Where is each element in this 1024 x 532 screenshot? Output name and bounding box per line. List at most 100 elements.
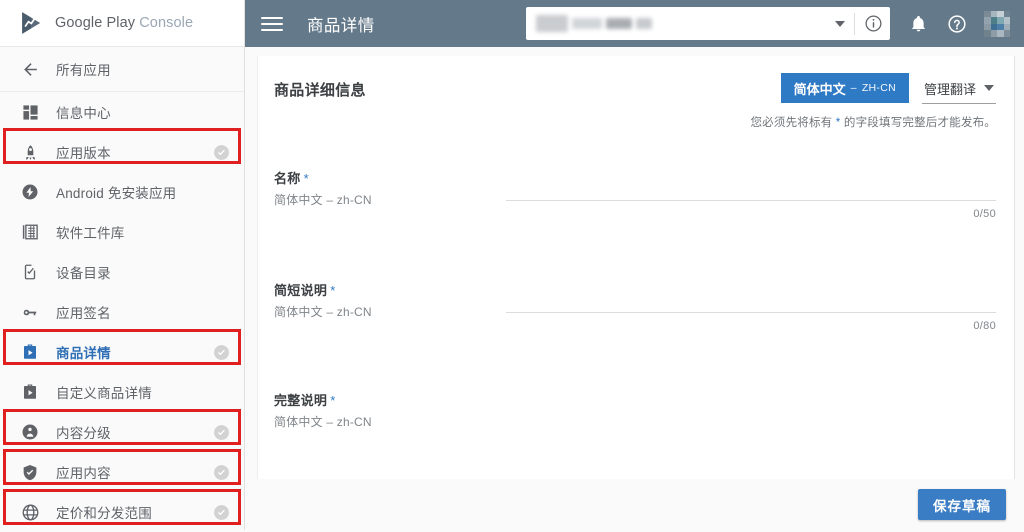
rocket-icon	[19, 141, 41, 163]
app-selector-value-redacted	[536, 15, 652, 32]
sidebar-item-label-device-catalog: 设备目录	[56, 266, 111, 281]
sidebar-item-label-app-content: 应用内容	[56, 466, 111, 481]
language-tab-zh-cn[interactable]: 简体中文 – ZH-CN	[780, 73, 909, 103]
sidebar-item-device-catalog[interactable]: 设备目录	[0, 252, 244, 292]
app-content-shield-icon	[19, 461, 41, 483]
sidebar-item-label-app-signing: 应用签名	[56, 306, 111, 321]
hamburger-menu-icon[interactable]	[261, 13, 283, 35]
short-description-char-counter: 0/80	[973, 320, 996, 332]
help-circle-icon[interactable]	[946, 13, 967, 34]
sidebar-item-app-signing[interactable]: 应用签名	[0, 292, 244, 332]
sidebar-item-app-releases[interactable]: 应用版本	[0, 132, 244, 172]
sidebar: Google Play Console 所有应用 信息中心 应用版本 Andro…	[0, 0, 245, 530]
divider	[854, 12, 855, 35]
sidebar-item-store-listing[interactable]: 商品详情	[0, 332, 244, 372]
content-rating-icon	[19, 421, 41, 443]
brand-word-2: Console	[139, 15, 194, 31]
save-draft-button[interactable]: 保存草稿	[918, 489, 1006, 520]
key-icon	[19, 301, 41, 323]
required-asterisk: *	[330, 393, 336, 408]
required-note-prefix: 您必须先将标有	[750, 117, 833, 129]
field-label-text: 简短说明	[274, 283, 328, 298]
sidebar-item-label-custom-store-listing: 自定义商品详情	[56, 386, 152, 401]
footer-bar: 保存草稿	[245, 479, 1024, 530]
app-root: Google Play Console 所有应用 信息中心 应用版本 Andro…	[0, 0, 1024, 530]
title-char-counter: 0/50	[973, 208, 996, 220]
sidebar-item-custom-store-listing[interactable]: 自定义商品详情	[0, 372, 244, 412]
arrow-left-icon	[19, 58, 41, 80]
field-label: 完整说明 *	[274, 390, 506, 409]
card-header: 商品详细信息 简体中文 – ZH-CN 管理翻译	[274, 56, 996, 104]
sidebar-item-dashboard[interactable]: 信息中心	[0, 92, 244, 132]
custom-store-listing-icon	[19, 381, 41, 403]
required-asterisk: *	[330, 283, 336, 298]
app-selector-dropdown[interactable]	[526, 7, 890, 40]
brand-text: Google Play Console	[55, 15, 193, 31]
sidebar-item-label-pricing-distribution: 定价和分发范围	[56, 506, 152, 521]
sidebar-item-label-dashboard: 信息中心	[56, 106, 111, 121]
dashboard-icon	[19, 101, 41, 123]
field-short-description: 简短说明 * 简体中文 – zh-CN 0/80	[274, 278, 996, 332]
language-name: 简体中文	[793, 81, 846, 97]
sidebar-item-label-artifact-library: 软件工件库	[56, 226, 125, 241]
field-label-text: 完整说明	[274, 393, 328, 408]
title-input[interactable]	[506, 199, 996, 201]
manage-translations-label: 管理翻译	[923, 81, 976, 97]
status-check-icon	[214, 144, 229, 160]
sidebar-item-label-all-apps: 所有应用	[56, 63, 111, 78]
info-circle-icon[interactable]	[864, 14, 883, 33]
sidebar-item-artifact-library[interactable]: 软件工件库	[0, 212, 244, 252]
bell-icon[interactable]	[908, 13, 929, 34]
field-full-description: 完整说明 * 简体中文 – zh-CN	[274, 388, 996, 430]
language-code: ZH-CN	[861, 82, 896, 94]
sidebar-item-content-rating[interactable]: 内容分级	[0, 412, 244, 452]
sidebar-item-app-content[interactable]: 应用内容	[0, 452, 244, 492]
language-controls: 简体中文 – ZH-CN 管理翻译	[780, 73, 996, 104]
store-listing-icon	[19, 341, 41, 363]
sidebar-item-all-apps[interactable]: 所有应用	[0, 47, 244, 92]
field-label-group: 名称 * 简体中文 – zh-CN	[274, 166, 506, 208]
sidebar-item-instant-apps[interactable]: Android 免安装应用	[0, 172, 244, 212]
globe-icon	[19, 501, 41, 523]
status-check-icon	[214, 504, 229, 520]
artifact-library-icon	[19, 221, 41, 243]
user-avatar[interactable]	[984, 10, 1010, 37]
page-title: 商品详情	[307, 16, 375, 35]
sidebar-item-label-app-releases: 应用版本	[56, 146, 111, 161]
field-label: 简短说明 *	[274, 280, 506, 299]
topbar: 商品详情	[245, 0, 1024, 47]
field-label: 名称 *	[274, 168, 506, 187]
play-console-logo-icon	[22, 12, 41, 34]
chevron-down-icon	[984, 85, 994, 91]
store-listing-card: 商品详细信息 简体中文 – ZH-CN 管理翻译 您必须先将标有 * 的字段填写…	[257, 56, 1015, 526]
short-description-input[interactable]	[506, 311, 996, 313]
sidebar-item-label-instant-apps: Android 免安装应用	[56, 186, 177, 201]
field-language: 简体中文 – zh-CN	[274, 305, 372, 319]
field-language: 简体中文 – zh-CN	[274, 415, 372, 429]
field-title: 名称 * 简体中文 – zh-CN 0/50	[274, 166, 996, 220]
required-note-star: *	[835, 117, 841, 129]
status-check-icon	[214, 344, 229, 360]
brand-word-1: Google Play	[55, 15, 136, 31]
field-label-group: 完整说明 * 简体中文 – zh-CN	[274, 388, 506, 430]
sidebar-item-label-store-listing: 商品详情	[56, 346, 111, 361]
device-catalog-icon	[19, 261, 41, 283]
language-dash: –	[850, 82, 857, 94]
field-language: 简体中文 – zh-CN	[274, 193, 372, 207]
card-title: 商品详细信息	[274, 82, 366, 99]
status-check-icon	[214, 424, 229, 440]
required-note-suffix: 的字段填写完整后才能发布。	[843, 117, 996, 129]
full-description-input[interactable]	[506, 388, 996, 428]
status-check-icon	[214, 464, 229, 480]
sidebar-item-pricing-distribution[interactable]: 定价和分发范围	[0, 492, 244, 532]
manage-translations-button[interactable]: 管理翻译	[921, 73, 996, 104]
chevron-down-icon[interactable]	[835, 20, 845, 27]
field-label-group: 简短说明 * 简体中文 – zh-CN	[274, 278, 506, 320]
brand-header[interactable]: Google Play Console	[0, 0, 244, 47]
content-area: 商品详细信息 简体中文 – ZH-CN 管理翻译 您必须先将标有 * 的字段填写…	[245, 47, 1024, 530]
field-control	[506, 388, 996, 428]
required-fields-note: 您必须先将标有 * 的字段填写完整后才能发布。	[274, 114, 996, 130]
sidebar-nav: 所有应用 信息中心 应用版本 Android 免安装应用 软件工件库 设备目录 …	[0, 47, 244, 532]
required-asterisk: *	[303, 171, 309, 186]
main-region: 商品详情 商品详细信息 简体中文 – ZH-CN 管理翻译 您必须先将标有 * …	[245, 0, 1024, 530]
